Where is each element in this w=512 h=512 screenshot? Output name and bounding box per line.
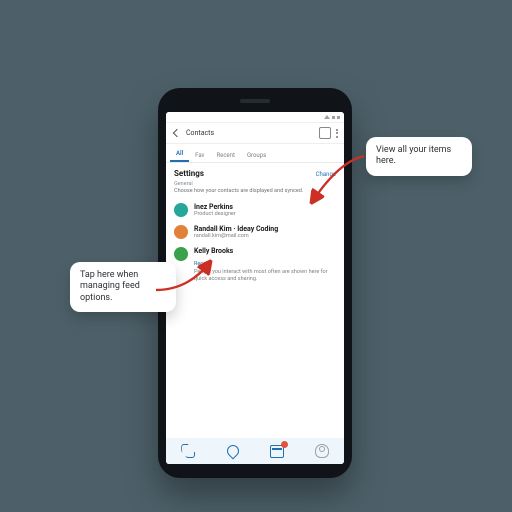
nav-calendar[interactable] bbox=[270, 444, 284, 458]
phone-speaker bbox=[240, 99, 270, 103]
bottom-nav bbox=[166, 438, 344, 464]
avatar bbox=[174, 203, 188, 217]
app-bar: Contacts bbox=[166, 123, 344, 144]
item-name: Randall Kim · Ideay Coding bbox=[194, 225, 336, 233]
status-dot bbox=[337, 116, 340, 119]
app-title: Contacts bbox=[186, 129, 319, 137]
list-item[interactable]: Randall Kim · Ideay Coding randall.kim@m… bbox=[174, 225, 336, 239]
tab-recent[interactable]: Recent bbox=[210, 149, 240, 162]
annotation-arrow-icon bbox=[302, 150, 372, 220]
avatar bbox=[174, 225, 188, 239]
nav-places[interactable] bbox=[226, 444, 240, 458]
user-icon bbox=[315, 444, 329, 458]
pin-icon bbox=[224, 443, 241, 460]
status-bar bbox=[166, 112, 344, 123]
section-title: Settings bbox=[174, 169, 204, 178]
notification-badge bbox=[281, 441, 288, 448]
tab-fav[interactable]: Fav bbox=[189, 149, 210, 162]
item-sub: randall.kim@mail.com bbox=[194, 233, 336, 239]
tab-count-button[interactable] bbox=[319, 127, 331, 139]
overflow-menu-button[interactable] bbox=[336, 129, 338, 138]
nav-profile[interactable] bbox=[315, 444, 329, 458]
annotation-arrow-icon bbox=[150, 254, 220, 324]
tab-all[interactable]: All bbox=[170, 147, 189, 162]
chevron-left-icon bbox=[173, 129, 181, 137]
nav-phone[interactable] bbox=[181, 444, 195, 458]
tab-groups[interactable]: Groups bbox=[241, 149, 272, 162]
callout-right: View all your items here. bbox=[366, 137, 472, 176]
signal-icon bbox=[324, 115, 330, 119]
back-button[interactable] bbox=[172, 128, 182, 138]
status-dot bbox=[332, 116, 335, 119]
